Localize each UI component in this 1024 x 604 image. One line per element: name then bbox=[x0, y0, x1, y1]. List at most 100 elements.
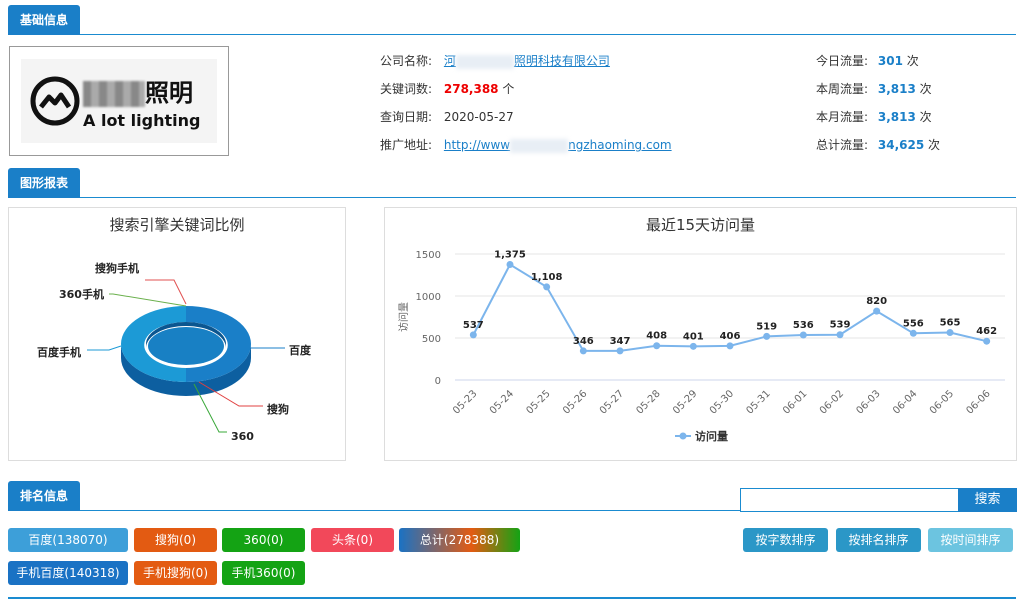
filter-sogou-button[interactable]: 搜狗(0) bbox=[134, 528, 217, 552]
pie-leader-line bbox=[109, 293, 187, 307]
data-point[interactable] bbox=[983, 337, 991, 345]
today-unit: 次 bbox=[906, 54, 919, 68]
data-label: 401 bbox=[683, 331, 704, 342]
filter-baidu-button[interactable]: 百度(138070) bbox=[8, 528, 128, 552]
x-tick-label: 06-03 bbox=[854, 388, 882, 416]
section-basic-header: 基础信息 bbox=[8, 5, 1016, 35]
filter-toutiao-button[interactable]: 头条(0) bbox=[311, 528, 394, 552]
data-point[interactable] bbox=[873, 307, 881, 315]
data-point[interactable] bbox=[946, 329, 954, 337]
section-basic-title: 基础信息 bbox=[8, 5, 81, 35]
section-chart-title: 图形报表 bbox=[8, 168, 81, 198]
data-label: 536 bbox=[793, 320, 814, 331]
company-name-row: 公司名称: 河照明科技有限公司 bbox=[380, 52, 610, 69]
url-label: 推广地址: bbox=[380, 138, 433, 152]
section-ranking-title: 排名信息 bbox=[8, 481, 81, 511]
today-value: 301 bbox=[877, 54, 903, 68]
pie-label: 360手机 bbox=[59, 287, 104, 301]
total-unit: 次 bbox=[928, 138, 941, 152]
week-value: 3,813 bbox=[877, 82, 916, 96]
pie-hole bbox=[148, 327, 224, 365]
y-tick-label: 0 bbox=[435, 376, 441, 387]
legend-label[interactable]: 访问量 bbox=[695, 429, 728, 443]
filter-360-mobile-button[interactable]: 手机360(0) bbox=[222, 561, 305, 585]
line-chart-panel: 最近15天访问量 0 500 1000 1500 访问量 537 05-23 1,375 05-… bbox=[384, 207, 1017, 461]
data-label: 462 bbox=[976, 326, 997, 337]
x-tick-label: 05-30 bbox=[708, 388, 736, 416]
pie-leader-line bbox=[87, 345, 122, 351]
month-label: 本月流量: bbox=[816, 110, 869, 124]
pie-label: 搜狗手机 bbox=[95, 261, 139, 275]
x-tick-label: 05-24 bbox=[488, 388, 516, 416]
keywords-label: 关键词数: bbox=[380, 82, 433, 96]
company-name-value[interactable]: 河照明科技有限公司 bbox=[444, 54, 610, 69]
company-logo: 照明 A lot lighting bbox=[9, 46, 229, 156]
date-label: 查询日期: bbox=[380, 110, 433, 124]
mountain-logo-icon bbox=[30, 76, 80, 126]
data-point[interactable] bbox=[909, 329, 917, 337]
date-value: 2020-05-27 bbox=[443, 110, 514, 124]
data-point[interactable] bbox=[543, 283, 551, 291]
section-chart-header: 图形报表 bbox=[8, 168, 1016, 198]
x-tick-label: 05-31 bbox=[744, 388, 772, 416]
data-label: 537 bbox=[463, 320, 484, 331]
x-tick-label: 06-01 bbox=[781, 388, 809, 416]
sort-by-length-button[interactable]: 按字数排序 bbox=[743, 528, 828, 552]
filter-baidu-mobile-button[interactable]: 手机百度(140318) bbox=[8, 561, 128, 585]
data-point[interactable] bbox=[689, 342, 697, 350]
x-tick-label: 05-28 bbox=[634, 388, 662, 416]
data-label: 519 bbox=[756, 321, 777, 332]
x-tick-label: 05-25 bbox=[524, 388, 552, 416]
today-traffic-row: 今日流量: 301 次 bbox=[816, 52, 919, 69]
data-point[interactable] bbox=[616, 347, 624, 355]
data-label: 406 bbox=[720, 331, 741, 342]
line-chart: 0 500 1000 1500 访问量 537 05-23 1,375 05-24 1,108 05… bbox=[397, 250, 1005, 443]
url-link[interactable]: http://www ngzhaoming.com bbox=[444, 138, 672, 153]
today-label: 今日流量: bbox=[816, 54, 869, 68]
month-unit: 次 bbox=[919, 110, 932, 124]
x-tick-label: 06-06 bbox=[964, 388, 992, 416]
pie-chart: 百度搜狗 360 百度手机 360手机 搜狗手机 bbox=[37, 261, 312, 443]
week-traffic-row: 本周流量: 3,813 次 bbox=[816, 80, 932, 97]
filter-sogou-mobile-button[interactable]: 手机搜狗(0) bbox=[134, 561, 217, 585]
pie-label: 360 bbox=[231, 430, 254, 443]
bottom-divider bbox=[8, 597, 1016, 599]
search-button[interactable]: 搜索 bbox=[958, 488, 1017, 512]
data-point[interactable] bbox=[726, 342, 734, 350]
data-label: 1,108 bbox=[531, 272, 563, 283]
month-traffic-row: 本月流量: 3,813 次 bbox=[816, 108, 932, 125]
legend-marker bbox=[679, 432, 687, 440]
keywords-unit: 个 bbox=[502, 82, 515, 96]
data-label: 347 bbox=[610, 336, 631, 347]
pie-chart-panel: 搜索引擎关键词比例 百度 搜狗 360 百度手机 360手机 搜狗手机 bbox=[8, 207, 346, 461]
data-point[interactable] bbox=[799, 331, 807, 339]
y-tick-label: 500 bbox=[422, 334, 441, 345]
x-tick-label: 06-05 bbox=[928, 388, 956, 416]
data-label: 820 bbox=[866, 296, 887, 307]
pie-label: 百度手机 bbox=[37, 345, 81, 359]
y-tick-label: 1500 bbox=[416, 250, 441, 261]
data-point[interactable] bbox=[763, 332, 771, 340]
x-tick-label: 05-29 bbox=[671, 388, 699, 416]
total-label: 总计流量: bbox=[816, 138, 869, 152]
keywords-row: 关键词数: 278,388 个 bbox=[380, 80, 514, 97]
search-input[interactable] bbox=[740, 488, 959, 512]
y-tick-label: 1000 bbox=[416, 292, 441, 303]
data-label: 539 bbox=[830, 320, 851, 331]
sort-by-time-button[interactable]: 按时间排序 bbox=[928, 528, 1013, 552]
data-point[interactable] bbox=[836, 331, 844, 339]
data-point[interactable] bbox=[653, 342, 661, 350]
month-value: 3,813 bbox=[877, 110, 916, 124]
data-label: 1,375 bbox=[494, 250, 526, 261]
x-tick-label: 06-02 bbox=[818, 388, 846, 416]
filter-360-button[interactable]: 360(0) bbox=[222, 528, 305, 552]
data-point[interactable] bbox=[506, 261, 514, 268]
filter-total-button[interactable]: 总计(278388) bbox=[399, 528, 520, 552]
sort-by-rank-button[interactable]: 按排名排序 bbox=[836, 528, 921, 552]
data-point[interactable] bbox=[579, 347, 587, 355]
data-point[interactable] bbox=[469, 331, 477, 339]
x-tick-label: 06-04 bbox=[891, 388, 919, 416]
logo-brand-cn: 照明 bbox=[83, 73, 193, 108]
week-unit: 次 bbox=[919, 82, 932, 96]
data-label: 346 bbox=[573, 336, 594, 347]
